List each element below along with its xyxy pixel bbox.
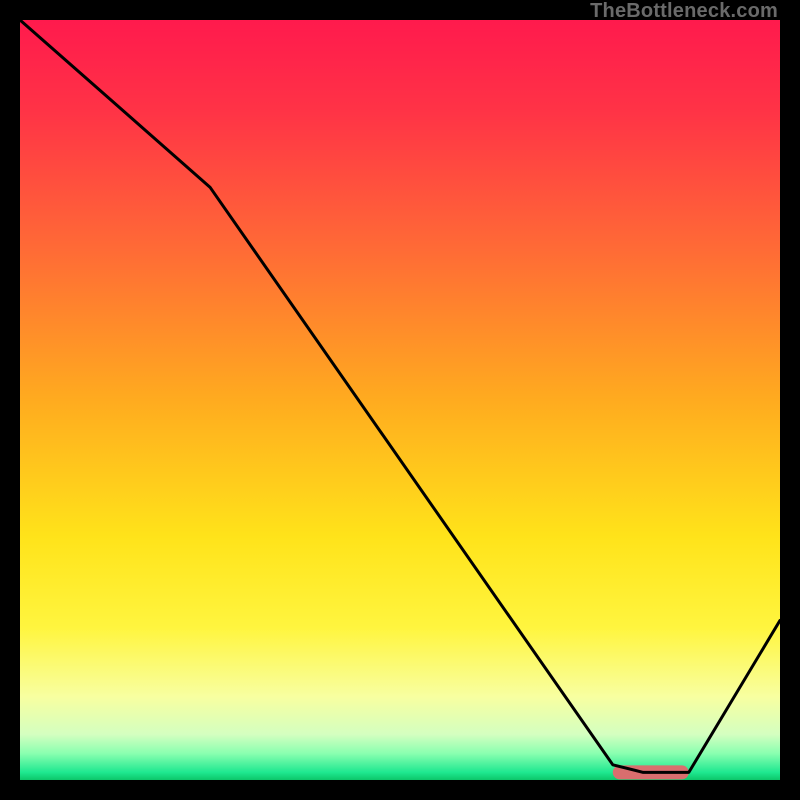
plot-area <box>20 20 780 780</box>
chart-canvas <box>20 20 780 780</box>
chart-frame: TheBottleneck.com <box>0 0 800 800</box>
watermark-label: TheBottleneck.com <box>590 0 778 23</box>
gradient-background <box>20 20 780 780</box>
